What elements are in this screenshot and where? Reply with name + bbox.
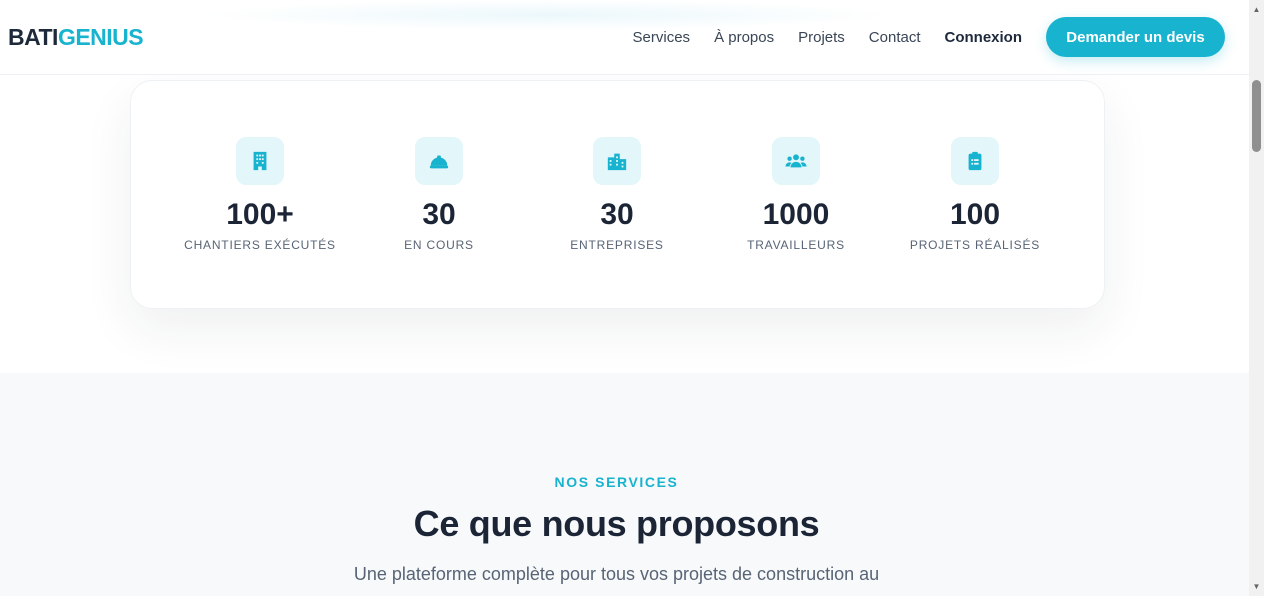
scrollbar-thumb[interactable] bbox=[1252, 80, 1261, 152]
stat-item: 1000 TRAVAILLEURS bbox=[707, 137, 885, 252]
nav-link-contact[interactable]: Contact bbox=[869, 29, 921, 46]
nav-link-services[interactable]: Services bbox=[633, 29, 691, 46]
stat-item: 30 ENTREPRISES bbox=[528, 137, 706, 252]
section-title: Ce que nous proposons bbox=[413, 503, 820, 544]
scroll-down-arrow-icon[interactable]: ▼ bbox=[1249, 579, 1264, 594]
stat-label: CHANTIERS EXÉCUTÉS bbox=[184, 238, 336, 252]
request-quote-button[interactable]: Demander un devis bbox=[1046, 17, 1225, 57]
stat-label: EN COURS bbox=[404, 238, 474, 252]
users-icon bbox=[772, 137, 820, 185]
section-eyebrow: NOS SERVICES bbox=[554, 474, 679, 490]
stat-label: TRAVAILLEURS bbox=[747, 238, 845, 252]
stat-value: 30 bbox=[422, 198, 456, 231]
stats-card: 100+ CHANTIERS EXÉCUTÉS 30 EN COURS 30 E… bbox=[130, 80, 1105, 309]
stat-label: ENTREPRISES bbox=[570, 238, 664, 252]
stat-value: 100+ bbox=[226, 198, 294, 231]
logo-part-bati: BATI bbox=[8, 23, 58, 50]
scroll-up-arrow-icon[interactable]: ▲ bbox=[1249, 2, 1264, 17]
navbar: BATI GENIUS Services À propos Projets Con… bbox=[0, 0, 1249, 75]
building-icon bbox=[236, 137, 284, 185]
stat-value: 100 bbox=[949, 198, 1001, 231]
main-nav: Services À propos Projets Contact Connex… bbox=[609, 17, 1225, 57]
stat-item: 100 PROJETS RÉALISÉS bbox=[886, 137, 1064, 252]
stat-value: 30 bbox=[600, 198, 634, 231]
stat-label: PROJETS RÉALISÉS bbox=[909, 238, 1041, 252]
logo[interactable]: BATI GENIUS bbox=[8, 23, 144, 51]
vertical-scrollbar[interactable]: ▲ ▼ bbox=[1249, 0, 1264, 596]
section-description: Une plateforme complète pour tous vos pr… bbox=[353, 564, 880, 584]
nav-link-projets[interactable]: Projets bbox=[798, 29, 845, 46]
login-link[interactable]: Connexion bbox=[945, 29, 1023, 46]
hard-hat-icon bbox=[415, 137, 463, 185]
clipboard-list-icon bbox=[951, 137, 999, 185]
stat-item: 30 EN COURS bbox=[350, 137, 528, 252]
nav-link-a-propos[interactable]: À propos bbox=[714, 29, 774, 46]
city-icon bbox=[593, 137, 641, 185]
stat-item: 100+ CHANTIERS EXÉCUTÉS bbox=[171, 137, 349, 252]
services-section: NOS SERVICES Ce que nous proposons Une p… bbox=[0, 373, 1249, 596]
stat-value: 1000 bbox=[762, 198, 830, 231]
logo-part-genius: GENIUS bbox=[57, 23, 144, 50]
